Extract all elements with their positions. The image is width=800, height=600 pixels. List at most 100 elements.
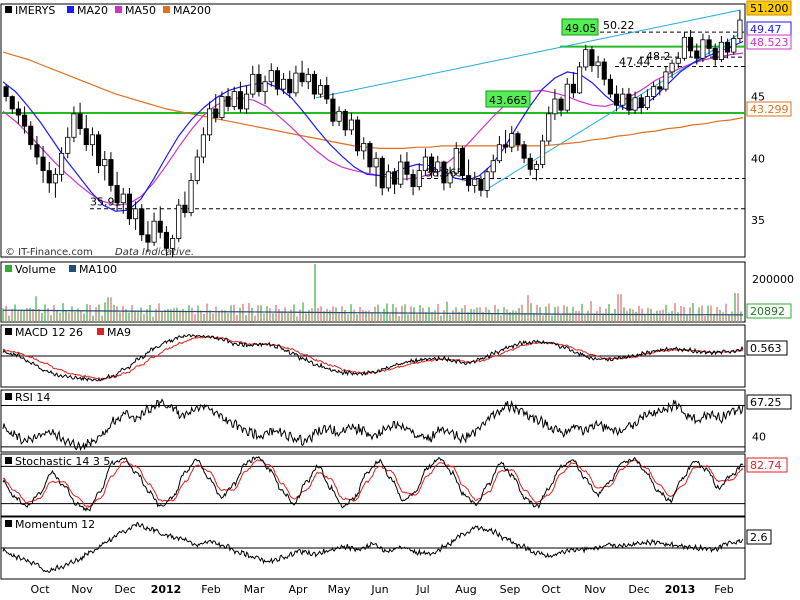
x-tick-1: Nov [71, 583, 93, 596]
candle-body [120, 193, 126, 204]
price-legend-label-1: MA20 [77, 4, 108, 17]
x-tick-3: 2012 [151, 583, 182, 596]
volume-last-label: 20892 [750, 305, 785, 318]
candle-body [663, 71, 669, 90]
x-tick-7: May [328, 583, 351, 596]
momentum-legend-label-0: Momentum 12 [15, 518, 95, 531]
candle-body [675, 57, 681, 64]
annotation-47-44: 47.44 [619, 55, 651, 68]
candle-body [552, 98, 558, 115]
price-y-tick-0: 35 [751, 214, 765, 227]
candle-body [9, 96, 15, 110]
candle-body [355, 119, 361, 152]
candle-body [651, 86, 657, 97]
candle-body [318, 85, 324, 95]
candle-body [731, 38, 737, 53]
candle-body [373, 157, 379, 168]
candle-body [540, 140, 546, 165]
last-ma50-label: 48.523 [750, 36, 789, 49]
candle-body [59, 152, 65, 175]
candle-body [706, 39, 712, 49]
macd-panel: MACD 12 26 MA9 0.563 [0, 324, 788, 388]
candle-body [398, 161, 404, 185]
rsi-last-label: 67.25 [750, 396, 782, 409]
x-tick-8: Jun [370, 583, 388, 596]
candle-body [577, 66, 583, 94]
stochastic-legend: Stochastic 14 3 5 [5, 455, 110, 468]
x-tick-15: 2013 [665, 583, 696, 596]
annotation-43-665: 43.665 [489, 94, 528, 107]
candle-body [3, 86, 9, 97]
candle-body [157, 220, 163, 233]
candle-body [410, 173, 416, 188]
candle-body [281, 78, 287, 90]
candle-body [324, 85, 330, 100]
last-ma200-label: 43.299 [750, 103, 789, 116]
annotation-35-91: 35.91 [90, 196, 122, 209]
price-legend-swatch-0 [5, 6, 12, 13]
candle-body [601, 61, 607, 80]
stock-chart: 35404550.2249.0548.247.4443.66538.36535.… [0, 0, 800, 600]
candle-body [77, 113, 83, 130]
x-tick-5: Mar [244, 583, 265, 596]
momentum-panel: Momentum 12 2.6 [0, 516, 772, 580]
macd-legend-label-1: MA9 [107, 326, 131, 339]
annotation-50-22: 50.22 [603, 19, 635, 32]
candle-body [718, 41, 724, 60]
candle-body [65, 136, 71, 154]
candle-body [367, 143, 373, 168]
candle-body [28, 125, 34, 146]
stochastic-last-label: 82.74 [750, 459, 782, 472]
candle-body [219, 96, 225, 118]
candle-body [311, 73, 317, 95]
price-legend-swatch-3 [163, 6, 170, 13]
candle-body [570, 83, 576, 94]
rsi-legend-label-0: RSI 14 [15, 391, 50, 404]
price-panel: 35404550.2249.0548.247.4443.66538.36535.… [0, 0, 792, 258]
candle-body [46, 170, 52, 184]
candle-body [564, 83, 570, 111]
candle-body [207, 108, 213, 136]
candle-body [176, 204, 182, 239]
candle-body [108, 159, 114, 186]
candle-body [392, 171, 398, 185]
x-tick-9: Jul [415, 583, 429, 596]
candle-body [268, 70, 274, 83]
candle-body [348, 119, 354, 131]
volume-legend-swatch-1 [69, 265, 76, 272]
candle-body [182, 204, 188, 213]
candle-body [632, 97, 638, 111]
candle-body [287, 78, 293, 94]
candle-body [583, 49, 589, 68]
candle-body [496, 144, 502, 162]
x-tick-6: Apr [288, 583, 308, 596]
rsi-y-tick-0: 40 [752, 431, 766, 444]
candle-body [188, 180, 194, 213]
candle-body [558, 98, 564, 111]
candle-body [40, 156, 46, 172]
candle-body [614, 93, 620, 106]
candle-body [237, 91, 243, 110]
candle-body [385, 171, 391, 189]
x-tick-10: Aug [455, 583, 476, 596]
candle-body [533, 164, 539, 170]
candle-body [299, 72, 305, 83]
x-tick-0: Oct [30, 583, 50, 596]
candle-body [244, 93, 250, 110]
candle-body [657, 86, 663, 90]
candle-body [737, 19, 743, 39]
candle-body [133, 208, 139, 220]
candle-body [404, 161, 410, 175]
macd-legend-label-0: MACD 12 26 [15, 326, 83, 339]
candle-body [546, 113, 552, 142]
candle-body [102, 159, 108, 167]
candle-body [589, 49, 595, 67]
candle-body [83, 128, 89, 146]
candle-body [15, 108, 21, 116]
candle-body [595, 61, 601, 67]
stochastic-legend-label-0: Stochastic 14 3 5 [15, 455, 110, 468]
x-tick-12: Oct [541, 583, 561, 596]
candle-body [725, 41, 731, 53]
candle-body [89, 134, 95, 146]
momentum-labels: 2.6 [746, 529, 772, 545]
